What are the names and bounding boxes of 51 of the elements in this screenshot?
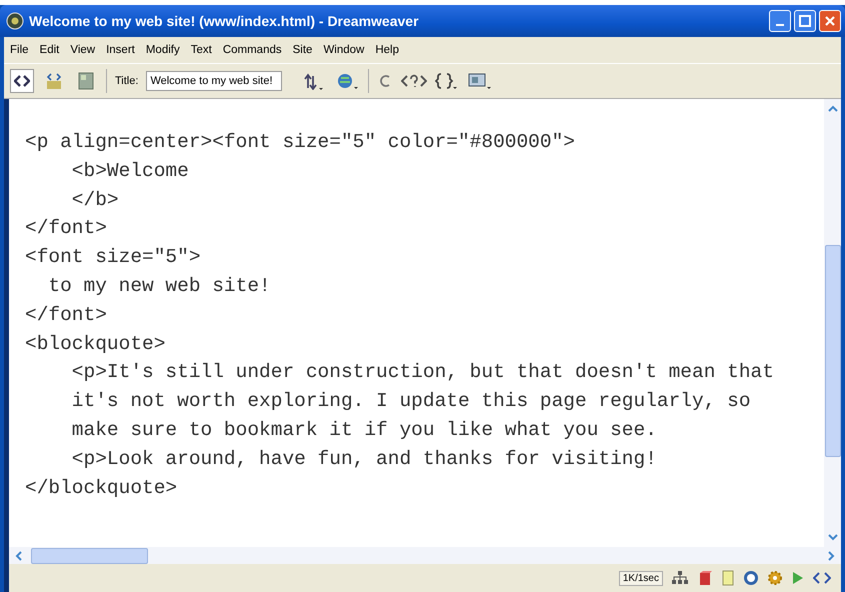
code-line: <p>Look around, have fun, and thanks for visiting! (70, 446, 658, 472)
maximize-button[interactable] (794, 10, 816, 32)
download-time: 1K/1sec (618, 570, 663, 586)
view-options-icon[interactable] (467, 72, 494, 90)
scroll-thumb[interactable] (31, 548, 148, 564)
code-line: <blockquote> (25, 332, 166, 357)
site-map-icon[interactable] (671, 570, 689, 586)
code-line: <p>It's still under construction, but that doesn't mean that (70, 360, 775, 386)
gear-icon[interactable] (767, 570, 783, 586)
menu-item[interactable]: Window (323, 44, 364, 56)
code-line: </font> (25, 302, 108, 328)
menu-item[interactable]: Text (190, 44, 212, 56)
globe-icon[interactable] (336, 72, 360, 90)
menu-item[interactable]: Site (292, 44, 312, 56)
code-icon[interactable] (813, 570, 831, 586)
split-view-icon (46, 72, 62, 90)
code-line: <font size="5"> (25, 245, 202, 270)
window-title: Welcome to my web site! (www/index.html) - Dreamweaver (29, 13, 419, 29)
minimize-button[interactable] (769, 10, 791, 32)
menu-item[interactable]: Modify (146, 44, 180, 56)
menu-item[interactable]: File (10, 44, 29, 56)
assets-icon[interactable] (697, 570, 713, 586)
code-line: </blockquote> (25, 476, 178, 501)
code-line: it's not worth exploring. I update this page regularly, so (70, 389, 752, 414)
app-icon (6, 12, 24, 30)
code-view-button[interactable] (10, 69, 34, 93)
vertical-scrollbar[interactable] (824, 99, 841, 547)
horizontal-scrollbar[interactable] (4, 547, 841, 564)
menu-item[interactable]: Insert (106, 44, 135, 56)
code-icon (14, 74, 30, 88)
code-line: <p align=center><font size="5" color="#800000"> (25, 130, 576, 155)
play-icon[interactable] (791, 570, 805, 586)
code-line: <b>Welcome (70, 158, 190, 184)
title-field[interactable]: Welcome to my web site! (146, 71, 282, 91)
close-button[interactable] (819, 10, 841, 32)
close-icon (824, 15, 836, 27)
menu-item[interactable]: View (70, 44, 96, 56)
maximize-icon (799, 15, 811, 27)
title-label: Title: (115, 75, 138, 87)
menu-item[interactable]: Help (375, 44, 400, 56)
menu-item[interactable]: Commands (222, 44, 282, 56)
document-icon[interactable] (721, 570, 735, 586)
code-line: make sure to bookmark it if you like what you see. (70, 418, 658, 443)
code-line: </font> (25, 216, 108, 242)
scroll-thumb[interactable] (824, 245, 840, 457)
braces-icon[interactable] (435, 72, 460, 90)
code-line: to my new web site! (47, 274, 272, 299)
minimize-icon (776, 24, 784, 26)
code-line: </b> (70, 188, 120, 213)
menu-item[interactable]: Edit (40, 44, 60, 56)
design-view-icon (78, 72, 94, 90)
